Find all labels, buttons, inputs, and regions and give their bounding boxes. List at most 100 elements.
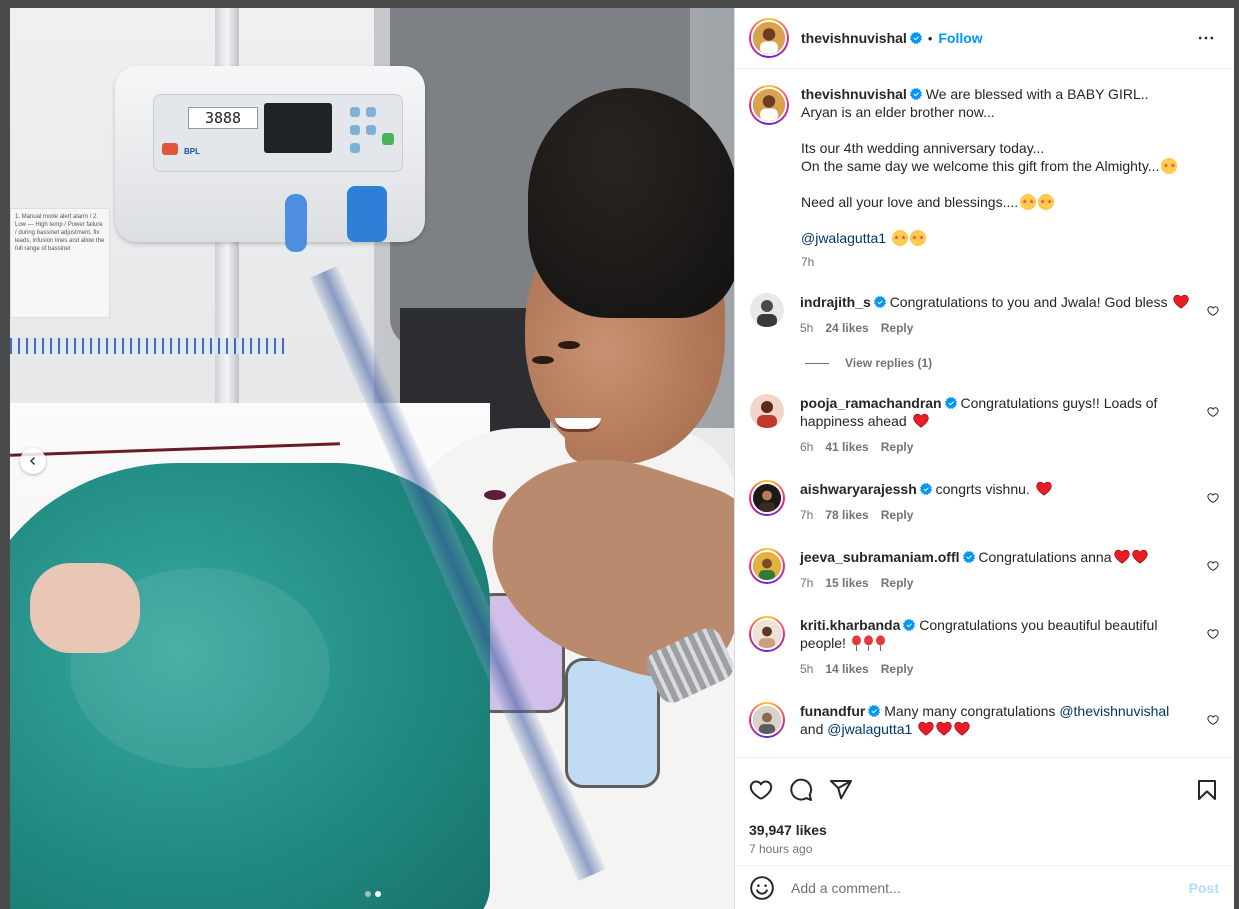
post-comment-button[interactable]: Post xyxy=(1189,880,1219,896)
pump-button xyxy=(350,125,360,135)
red-heart-emoji xyxy=(918,721,934,736)
comment-row: jeeva_subramaniam.offl Congratulations a… xyxy=(749,548,1234,592)
comment-username[interactable]: pooja_ramachandran xyxy=(800,395,942,411)
comment-username[interactable]: funandfur xyxy=(800,703,865,719)
photo-infusion-pump: 3888 BPL xyxy=(115,66,425,252)
comment-input[interactable] xyxy=(791,879,1189,896)
comment-icon xyxy=(790,778,813,801)
comment-text: happiness ahead xyxy=(800,413,907,429)
comment-text: Congratulations to you and Jwala! God bl… xyxy=(889,294,1168,310)
follow-button[interactable]: Follow xyxy=(938,30,982,46)
author-avatar[interactable] xyxy=(749,85,789,125)
like-comment-heart-icon[interactable] xyxy=(1207,492,1219,504)
red-heart-emoji xyxy=(1114,549,1130,564)
comment-text: congrts vishnu. xyxy=(935,481,1030,497)
balloon-emoji xyxy=(875,635,886,651)
comment-username[interactable]: jeeva_subramaniam.offl xyxy=(800,549,960,565)
reply-button[interactable]: Reply xyxy=(881,319,914,337)
post-modal: 1. Manual mode alert alarm / 2. Low — Hi… xyxy=(10,8,1234,909)
comment-row: kriti.kharbanda Congratulations you beau… xyxy=(749,616,1234,678)
avatar-image xyxy=(753,22,785,54)
author-username[interactable]: thevishnuvishal xyxy=(801,30,907,46)
like-comment-heart-icon[interactable] xyxy=(1207,628,1219,640)
avatar-image xyxy=(753,89,785,121)
red-heart-emoji xyxy=(913,413,929,428)
comment-time: 5h xyxy=(800,321,814,335)
caption-mention[interactable]: @jwalagutta1 xyxy=(801,230,886,246)
red-heart-emoji xyxy=(1173,294,1189,309)
comment-likes[interactable]: 15 likes xyxy=(825,574,868,592)
caption-username[interactable]: thevishnuvishal xyxy=(801,86,907,102)
share-icon xyxy=(830,780,852,800)
heart-icon xyxy=(749,780,773,800)
red-heart-emoji xyxy=(936,721,952,736)
verified-icon xyxy=(903,619,915,631)
more-options-button[interactable] xyxy=(1194,26,1218,50)
comment-likes[interactable]: 41 likes xyxy=(825,438,868,456)
like-comment-heart-icon[interactable] xyxy=(1207,406,1219,418)
carousel-dots xyxy=(365,891,381,897)
star-eyes-emoji xyxy=(909,230,926,246)
caption-line: We are blessed with a BABY GIRL.. xyxy=(925,86,1149,102)
comment-likes[interactable]: 24 likes xyxy=(825,319,868,337)
pump-green-button xyxy=(382,133,394,145)
avatar-image xyxy=(753,706,781,734)
previous-photo-button[interactable] xyxy=(20,448,46,474)
comment-likes[interactable]: 14 likes xyxy=(825,660,868,678)
pump-red-button xyxy=(162,143,178,155)
reply-button[interactable]: Reply xyxy=(881,506,914,524)
comment-mention[interactable]: @thevishnuvishal xyxy=(1059,703,1169,719)
like-button[interactable] xyxy=(749,770,789,810)
add-comment-bar: Post xyxy=(735,865,1234,909)
comments-list: thevishnuvishal We are blessed with a BA… xyxy=(735,69,1234,757)
comment-time: 7h xyxy=(800,508,814,522)
comment-text: Congratulations you beautiful beautiful xyxy=(919,617,1158,633)
more-icon xyxy=(1198,36,1214,40)
verified-icon xyxy=(910,88,922,100)
commenter-avatar[interactable] xyxy=(749,548,785,584)
reply-button[interactable]: Reply xyxy=(881,438,914,456)
commenter-avatar[interactable] xyxy=(749,616,785,652)
commenter-avatar[interactable] xyxy=(749,480,785,516)
author-avatar[interactable] xyxy=(749,18,789,58)
caption: thevishnuvishal We are blessed with a BA… xyxy=(749,85,1234,271)
pump-brand: BPL xyxy=(184,147,200,156)
verified-icon xyxy=(920,483,932,495)
comment-text: Congratulations anna xyxy=(978,549,1112,565)
pump-button xyxy=(366,125,376,135)
commenter-avatar[interactable] xyxy=(749,702,785,738)
like-comment-heart-icon[interactable] xyxy=(1207,560,1219,572)
comment-time: 6h xyxy=(800,440,814,454)
pump-clamp xyxy=(347,186,387,242)
comment-username[interactable]: kriti.kharbanda xyxy=(800,617,900,633)
comment-likes[interactable]: 78 likes xyxy=(825,506,868,524)
comment-button[interactable] xyxy=(789,770,829,810)
avatar-image xyxy=(753,484,781,512)
view-replies-label: View replies (1) xyxy=(845,356,933,370)
comment-row: funandfur Many many congratulations @the… xyxy=(749,702,1234,738)
post-time[interactable]: 7 hours ago xyxy=(749,842,1219,856)
pump-digits: 3888 xyxy=(188,107,258,129)
photo-boy-smile xyxy=(555,418,601,432)
carousel-dot xyxy=(365,891,371,897)
comment-username[interactable]: indrajith_s xyxy=(800,294,871,310)
commenter-avatar[interactable] xyxy=(750,293,784,327)
emoji-icon[interactable] xyxy=(749,875,775,901)
comment-mention[interactable]: @jwalagutta1 xyxy=(827,721,912,737)
photo-sticker: 1. Manual mode alert alarm / 2. Low — Hi… xyxy=(10,208,110,318)
reply-button[interactable]: Reply xyxy=(881,660,914,678)
share-button[interactable] xyxy=(829,770,869,810)
comment-username[interactable]: aishwaryarajessh xyxy=(800,481,917,497)
view-replies-button[interactable]: View replies (1) xyxy=(805,356,1234,370)
pump-button xyxy=(350,107,360,117)
avatar-image xyxy=(753,552,781,580)
reply-button[interactable]: Reply xyxy=(881,574,914,592)
like-comment-heart-icon[interactable] xyxy=(1207,714,1219,726)
like-comment-heart-icon[interactable] xyxy=(1207,305,1219,317)
verified-icon xyxy=(874,296,886,308)
comment-time: 7h xyxy=(800,576,814,590)
save-button[interactable] xyxy=(1179,770,1219,810)
likes-count[interactable]: 39,947 likes xyxy=(749,822,1219,838)
red-heart-emoji xyxy=(1036,481,1052,496)
commenter-avatar[interactable] xyxy=(750,394,784,428)
